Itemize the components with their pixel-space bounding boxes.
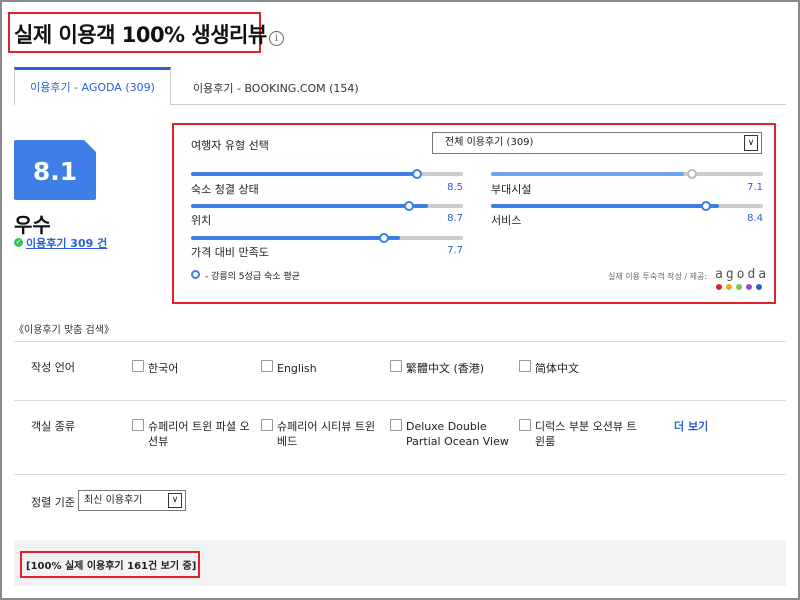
info-icon[interactable]: i xyxy=(269,31,284,46)
metric-label-value-for-money: 가격 대비 만족도 xyxy=(191,246,269,259)
rating-label: 우수 xyxy=(14,213,51,237)
show-more-link[interactable]: 더 보기 xyxy=(674,418,708,434)
metric-bar-fill xyxy=(491,204,720,208)
custom-search-title: 《이용후기 맞춤 검색》 xyxy=(14,325,114,336)
checkbox-room-1[interactable] xyxy=(132,419,144,431)
metric-bar-fill xyxy=(491,172,685,176)
logo-dot xyxy=(726,284,732,290)
average-legend-icon xyxy=(191,270,200,279)
checkbox-english[interactable] xyxy=(261,360,273,372)
metric-bar-facilities xyxy=(491,169,763,179)
section-divider xyxy=(14,341,786,342)
status-text: [100% 실제 이용후기 161건 보기 중] xyxy=(26,561,197,572)
traveler-type-select[interactable]: 전체 이용후기 (309) ∨ xyxy=(432,132,762,154)
metric-bar-fill xyxy=(191,172,423,176)
metric-label-location: 위치 xyxy=(191,214,212,227)
logo-dot xyxy=(756,284,762,290)
checkbox-label-simplified-chinese: 简体中文 xyxy=(535,362,579,375)
checkbox-label-room-2: 슈페리어 시티뷰 트윈 베드 xyxy=(277,420,376,448)
agoda-logo-dots xyxy=(716,284,766,292)
traveler-type-label: 여행자 유형 선택 xyxy=(191,139,269,152)
metric-bar-fill xyxy=(191,204,428,208)
agoda-logo: agoda xyxy=(715,267,770,282)
metric-value-location: 8.7 xyxy=(447,213,463,224)
metric-value-service: 8.4 xyxy=(747,213,763,224)
metric-bar-location xyxy=(191,201,463,211)
check-icon: ✓ xyxy=(14,238,23,247)
metric-label-service: 서비스 xyxy=(491,214,522,227)
checkbox-label-korean: 한국어 xyxy=(148,362,179,375)
tab-booking-reviews[interactable]: 이용후기 - BOOKING.COM (154) xyxy=(193,80,359,96)
logo-dot xyxy=(746,284,752,290)
metric-bar-service xyxy=(491,201,763,211)
checkbox-simplified-chinese[interactable] xyxy=(519,360,531,372)
metric-bar-cleanliness xyxy=(191,169,463,179)
section-divider xyxy=(14,474,786,475)
language-filter-label: 작성 언어 xyxy=(31,361,75,374)
chevron-down-icon[interactable]: ∨ xyxy=(744,135,758,151)
tab-agoda-reviews[interactable]: 이용후기 - AGODA (309) xyxy=(14,67,171,105)
logo-dot xyxy=(736,284,742,290)
page-title: 실제 이용객 100% 생생리뷰 xyxy=(14,23,267,47)
checkbox-label-room-3: Deluxe Double Partial Ocean View xyxy=(406,420,509,448)
average-legend-text: - 강릉의 5성급 숙소 평균 xyxy=(205,272,300,282)
metric-value-facilities: 7.1 xyxy=(747,182,763,193)
metric-label-facilities: 부대시설 xyxy=(491,183,532,196)
metric-label-cleanliness: 숙소 청결 상태 xyxy=(191,183,259,196)
room-type-filter-label: 객실 종류 xyxy=(31,420,75,433)
sort-select[interactable]: 최신 이용후기 ∨ xyxy=(78,490,186,511)
checkbox-label-traditional-chinese: 繁體中文 (香港) xyxy=(406,362,485,375)
checkbox-traditional-chinese[interactable] xyxy=(390,360,402,372)
sort-label: 정렬 기준 xyxy=(31,496,75,509)
logo-dot xyxy=(716,284,722,290)
section-divider xyxy=(14,400,786,401)
checkbox-label-room-1: 슈페리어 트윈 파셜 오션뷰 xyxy=(148,420,250,448)
checkbox-label-room-4: 디럭스 부분 오션뷰 트윈룸 xyxy=(535,420,637,448)
metric-value-value-for-money: 7.7 xyxy=(447,245,463,256)
metric-bar-fill xyxy=(191,236,401,240)
provider-credit: 실제 이용 투숙객 작성 / 제공: xyxy=(608,272,708,281)
review-count-link[interactable]: 이용후기 309 건 xyxy=(26,235,107,251)
checkbox-korean[interactable] xyxy=(132,360,144,372)
metric-bar-value-for-money xyxy=(191,233,463,243)
score-badge: 8.1 xyxy=(14,140,96,200)
checkbox-label-english: English xyxy=(277,362,317,375)
average-marker xyxy=(411,169,422,179)
metric-value-cleanliness: 8.5 xyxy=(447,182,463,193)
checkbox-room-4[interactable] xyxy=(519,419,531,431)
average-marker xyxy=(700,201,711,211)
average-marker xyxy=(403,201,414,211)
traveler-type-selected: 전체 이용후기 (309) xyxy=(445,137,534,148)
sort-selected: 최신 이용후기 xyxy=(84,495,143,506)
checkbox-room-2[interactable] xyxy=(261,419,273,431)
checkbox-room-3[interactable] xyxy=(390,419,402,431)
chevron-down-icon[interactable]: ∨ xyxy=(168,493,182,508)
